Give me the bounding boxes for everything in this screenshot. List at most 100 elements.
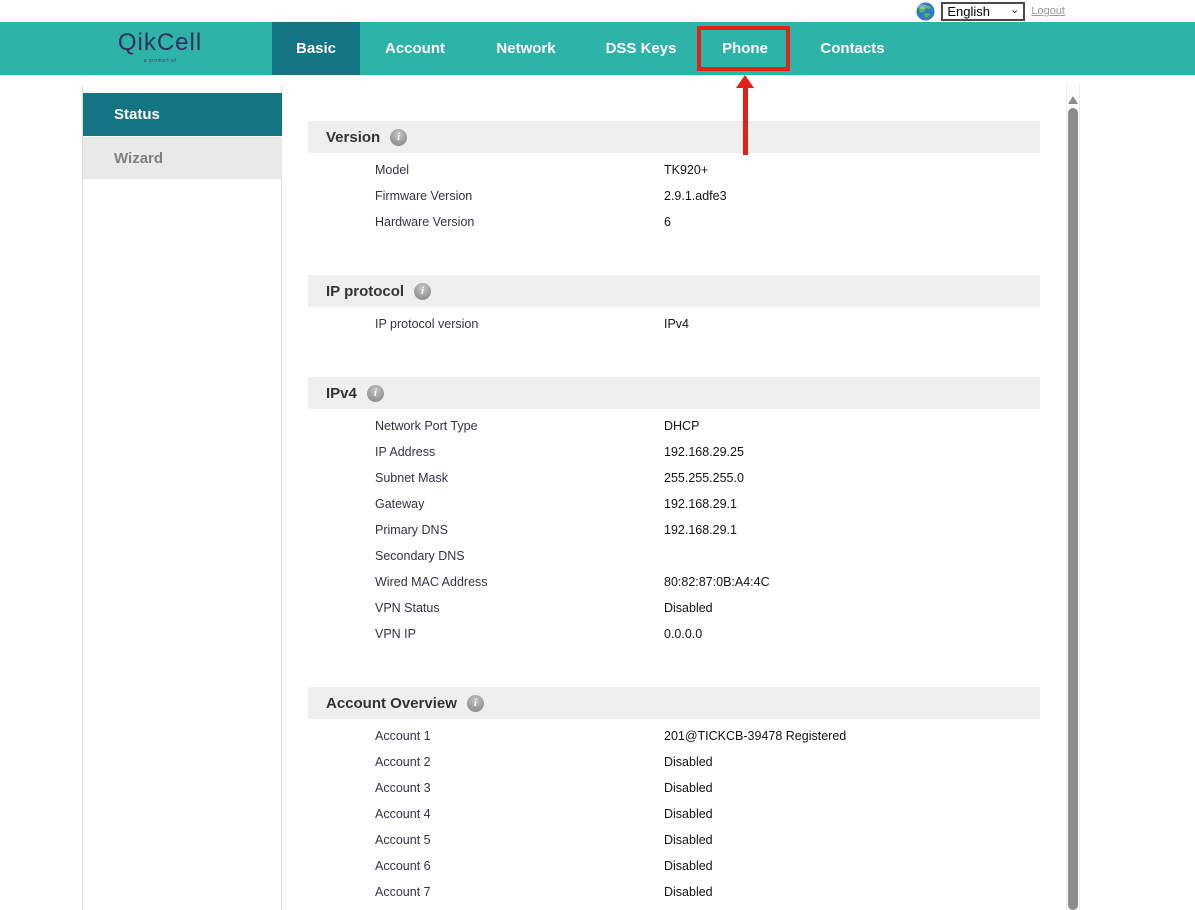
field-label: Account 3 (375, 781, 431, 795)
section-version: Version i Model TK920+ Firmware Version … (308, 121, 1040, 235)
field-label: Secondary DNS (375, 549, 465, 563)
field-value: TK920+ (664, 163, 709, 177)
field-row: VPN IP 0.0.0.0 (308, 621, 1040, 647)
field-row: Secondary DNS (308, 543, 1040, 569)
brand-tagline: a product of (143, 58, 177, 64)
field-value: Disabled (664, 781, 713, 795)
section-title: IPv4 (326, 384, 357, 402)
section-header: Account Overview i (308, 687, 1040, 719)
field-row: Account 2 Disabled (308, 749, 1040, 775)
field-row: Network Port Type DHCP (308, 413, 1040, 439)
field-label: Primary DNS (375, 523, 448, 537)
field-row: Primary DNS 192.168.29.1 (308, 517, 1040, 543)
field-label: VPN Status (375, 601, 440, 615)
section-rows: Model TK920+ Firmware Version 2.9.1.adfe… (308, 153, 1040, 235)
section-rows: Account 1 201@TICKCB-39478 Registered Ac… (308, 719, 1040, 905)
field-row: Model TK920+ (308, 157, 1040, 183)
nav-tab-contacts[interactable]: Contacts (790, 22, 915, 75)
field-row: Account 7 Disabled (308, 879, 1040, 905)
field-value: IPv4 (664, 317, 690, 331)
annotation-arrow-shaft (743, 87, 748, 155)
field-value: 192.168.29.1 (664, 523, 737, 537)
field-row: Gateway 192.168.29.1 (308, 491, 1040, 517)
sidebar-item-wizard[interactable]: Wizard (83, 136, 282, 179)
field-value: 192.168.29.1 (664, 497, 737, 511)
annotation-highlight-box (697, 26, 790, 71)
nav-tab-basic[interactable]: Basic (272, 22, 360, 75)
field-label: Network Port Type (375, 419, 478, 433)
section-header: Version i (308, 121, 1040, 153)
field-value: Disabled (664, 755, 713, 769)
field-label: Model (375, 163, 410, 177)
nav-tabs: Basic Account Network DSS Keys Phone Contacts (272, 22, 915, 75)
field-row: Account 3 Disabled (308, 775, 1040, 801)
field-row: Firmware Version 2.9.1.adfe3 (308, 183, 1040, 209)
section-rows: Network Port Type DHCP IP Address 192.16… (308, 409, 1040, 647)
field-value: 6 (664, 215, 671, 229)
nav-tab-account[interactable]: Account (360, 22, 470, 75)
chevron-down-icon: ⌄ (1010, 3, 1020, 16)
brand-name: QikCell (117, 29, 203, 56)
topbar-right: English ⌄ Logout (916, 1, 1065, 21)
field-row: Account 4 Disabled (308, 801, 1040, 827)
section-ipv4: IPv4 i Network Port Type DHCP IP Address… (308, 377, 1040, 647)
field-label: Account 5 (375, 833, 431, 847)
scrollbar-thumb[interactable] (1068, 108, 1078, 910)
sidebar-item-status[interactable]: Status (83, 93, 282, 136)
field-label: Account 4 (375, 807, 431, 821)
navbar: QikCell a product of Basic Account Network… (0, 22, 1195, 75)
field-value: 255.255.255.0 (664, 471, 744, 485)
main-content: Version i Model TK920+ Firmware Version … (308, 121, 1040, 910)
info-icon[interactable]: i (466, 694, 484, 712)
field-label: Hardware Version (375, 215, 475, 229)
page: English ⌄ Logout QikCell a product of Ba… (0, 0, 1195, 910)
info-icon[interactable]: i (414, 282, 432, 300)
field-label: Subnet Mask (375, 471, 448, 485)
field-value: Disabled (664, 601, 713, 615)
nav-tab-dss-keys[interactable]: DSS Keys (582, 22, 700, 75)
info-icon[interactable]: i (366, 384, 384, 402)
section-header: IP protocol i (308, 275, 1040, 307)
section-rows: IP protocol version IPv4 (308, 307, 1040, 337)
brand-logo: QikCell a product of (100, 29, 220, 64)
field-value: 192.168.29.25 (664, 445, 744, 459)
field-value: 2.9.1.adfe3 (664, 189, 727, 203)
field-label: Account 6 (375, 859, 431, 873)
language-select[interactable]: English ⌄ (941, 1, 1026, 21)
sidebar-item-label: Wizard (114, 149, 164, 167)
field-label: Firmware Version (375, 189, 473, 203)
field-value: 0.0.0.0 (664, 627, 703, 641)
field-label: IP Address (375, 445, 436, 459)
field-label: VPN IP (375, 627, 416, 641)
logout-link[interactable]: Logout (1031, 5, 1065, 17)
field-row: IP protocol version IPv4 (308, 311, 1040, 337)
field-value: 201@TICKCB-39478 Registered (664, 729, 847, 743)
nav-tab-network[interactable]: Network (470, 22, 582, 75)
field-label: Wired MAC Address (375, 575, 488, 589)
section-title: IP protocol (326, 282, 405, 300)
field-label: Account 2 (375, 755, 431, 769)
field-value: Disabled (664, 859, 713, 873)
field-row: Subnet Mask 255.255.255.0 (308, 465, 1040, 491)
field-row: Wired MAC Address 80:82:87:0B:A4:4C (308, 569, 1040, 595)
field-label: IP protocol version (375, 317, 479, 331)
section-title: Account Overview (326, 694, 457, 712)
field-value: Disabled (664, 885, 713, 899)
info-icon[interactable]: i (390, 128, 408, 146)
scroll-up-icon[interactable] (1068, 96, 1078, 104)
topbar: English ⌄ Logout (0, 0, 1195, 22)
field-value: DHCP (664, 419, 700, 433)
field-row: VPN Status Disabled (308, 595, 1040, 621)
field-row: Account 6 Disabled (308, 853, 1040, 879)
field-label: Account 1 (375, 729, 431, 743)
language-select-value: English (947, 3, 990, 19)
field-value: Disabled (664, 833, 713, 847)
field-label: Account 7 (375, 885, 431, 899)
section-title: Version (326, 128, 381, 146)
section-account-overview: Account Overview i Account 1 201@TICKCB-… (308, 687, 1040, 905)
field-value: Disabled (664, 807, 713, 821)
field-row: Account 1 201@TICKCB-39478 Registered (308, 723, 1040, 749)
field-row: IP Address 192.168.29.25 (308, 439, 1040, 465)
field-label: Gateway (375, 497, 425, 511)
sidebar: Status Wizard (82, 85, 282, 910)
